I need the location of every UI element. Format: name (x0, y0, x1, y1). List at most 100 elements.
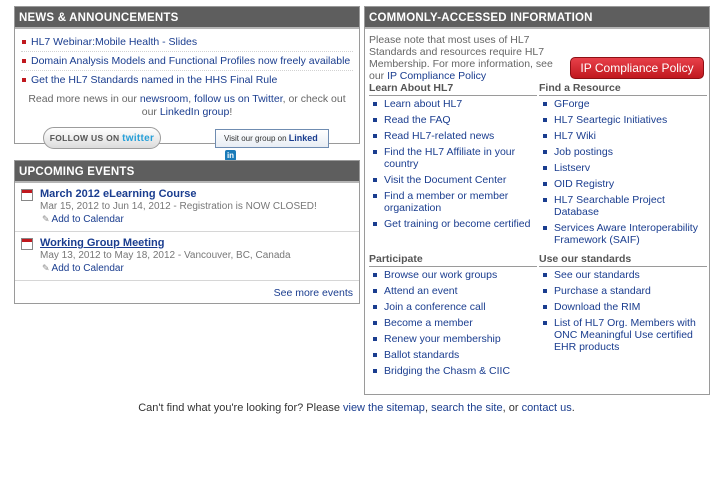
list-item[interactable]: Join a conference call (369, 301, 537, 313)
resource-link[interactable]: HL7 Searchable Project Database (554, 194, 665, 218)
participate-link[interactable]: Renew your membership (384, 333, 501, 345)
participate-link[interactable]: Bridging the Chasm & CIIC (384, 365, 510, 377)
event-title-link[interactable]: March 2012 eLearning Course (40, 188, 197, 200)
list-item[interactable]: Attend an event (369, 285, 537, 297)
learn-link[interactable]: Learn about HL7 (384, 98, 462, 110)
list-item[interactable]: HL7 Wiki (539, 130, 707, 142)
linkedin-group-button[interactable]: Visit our group on Linkedin (215, 129, 329, 161)
list-item[interactable]: Ballot standards (369, 349, 537, 361)
ip-compliance-button[interactable]: IP Compliance Policy (570, 57, 704, 79)
learn-link[interactable]: Read the FAQ (384, 114, 451, 126)
learn-link[interactable]: Find a member or member organization (384, 190, 508, 214)
standards-heading: Use our standards (539, 253, 707, 267)
standards-column: Use our standards See our standards Purc… (539, 253, 707, 357)
learn-column: Learn About HL7 Learn about HL7 Read the… (369, 82, 537, 234)
see-more-events-link[interactable]: See more events (274, 287, 353, 299)
list-item[interactable]: Find a member or member organization (369, 190, 537, 214)
participate-link[interactable]: Become a member (384, 317, 473, 329)
list-item[interactable]: Read the FAQ (369, 114, 537, 126)
standards-link[interactable]: Purchase a standard (554, 285, 651, 297)
participate-column: Participate Browse our work groups Atten… (369, 253, 537, 381)
resource-link[interactable]: OID Registry (554, 178, 614, 190)
list-item[interactable]: List of HL7 Org. Members with ONC Meanin… (539, 317, 707, 353)
linkedin-logo-icon: Linked (288, 133, 318, 143)
resource-link[interactable]: HL7 Wiki (554, 130, 596, 142)
participate-link[interactable]: Join a conference call (384, 301, 486, 313)
news-list: HL7 Webinar:Mobile Health - Slides Domai… (15, 29, 359, 89)
list-item[interactable]: Become a member (369, 317, 537, 329)
contact-us-link[interactable]: contact us (522, 402, 572, 414)
resource-link[interactable]: Job postings (554, 146, 613, 158)
list-item[interactable]: Find the HL7 Affiliate in your country (369, 146, 537, 170)
news-item[interactable]: Domain Analysis Models and Functional Pr… (21, 52, 353, 71)
list-item[interactable]: OID Registry (539, 178, 707, 190)
learn-link[interactable]: Visit the Document Center (384, 174, 506, 186)
add-to-calendar-link[interactable]: Add to Calendar (52, 214, 124, 225)
list-item[interactable]: Purchase a standard (539, 285, 707, 297)
list-item[interactable]: GForge (539, 98, 707, 110)
calendar-icon (21, 238, 33, 250)
add-to-calendar[interactable]: ✎ Add to Calendar (40, 262, 353, 275)
resource-column: Find a Resource GForge HL7 Seartegic Ini… (539, 82, 707, 250)
resource-link[interactable]: Services Aware Interoperability Framewor… (554, 222, 698, 246)
social-buttons: FOLLOW US ON twitter Visit our group on … (15, 119, 359, 161)
add-to-calendar-link[interactable]: Add to Calendar (52, 263, 124, 274)
see-more-events: See more events (15, 281, 359, 299)
event-title-link[interactable]: Working Group Meeting (40, 237, 164, 249)
list-item[interactable]: Browse our work groups (369, 269, 537, 281)
standards-link[interactable]: List of HL7 Org. Members with ONC Meanin… (554, 317, 696, 353)
resource-link[interactable]: Listserv (554, 162, 590, 174)
list-item[interactable]: Get training or become certified (369, 218, 537, 230)
news-panel: NEWS & ANNOUNCEMENTS HL7 Webinar:Mobile … (14, 6, 360, 161)
news-more-text: Read more news in our newsroom, follow u… (28, 93, 346, 118)
help-footer: Can't find what you're looking for? Plea… (138, 402, 575, 414)
learn-link[interactable]: Read HL7-related news (384, 130, 494, 142)
news-link[interactable]: Domain Analysis Models and Functional Pr… (31, 55, 350, 67)
twitter-link[interactable]: follow us on Twitter (194, 93, 283, 105)
search-site-link[interactable]: search the site (431, 402, 503, 414)
participate-heading: Participate (369, 253, 537, 267)
ip-policy-link[interactable]: IP Compliance Policy (387, 70, 486, 82)
participate-link[interactable]: Browse our work groups (384, 269, 497, 281)
list-item[interactable]: Renew your membership (369, 333, 537, 345)
event-item: March 2012 eLearning Course Mar 15, 2012… (15, 183, 359, 232)
events-heading: UPCOMING EVENTS (15, 161, 359, 183)
participate-link[interactable]: Ballot standards (384, 349, 459, 361)
standards-link[interactable]: See our standards (554, 269, 640, 281)
event-item: Working Group Meeting May 13, 2012 to Ma… (15, 232, 359, 281)
calendar-icon (21, 189, 33, 201)
news-item[interactable]: HL7 Webinar:Mobile Health - Slides (21, 33, 353, 52)
list-item[interactable]: HL7 Seartegic Initiatives (539, 114, 707, 126)
list-item[interactable]: Visit the Document Center (369, 174, 537, 186)
paperclip-icon: ✎ (42, 263, 50, 273)
event-detail: May 13, 2012 to May 18, 2012 - Vancouver… (40, 250, 291, 261)
list-item[interactable]: Listserv (539, 162, 707, 174)
news-link[interactable]: HL7 Webinar:Mobile Health - Slides (31, 36, 197, 48)
resource-link[interactable]: GForge (554, 98, 590, 110)
learn-link[interactable]: Get training or become certified (384, 218, 531, 230)
sitemap-link[interactable]: view the sitemap (343, 402, 425, 414)
news-heading: NEWS & ANNOUNCEMENTS (15, 7, 359, 29)
learn-heading: Learn About HL7 (369, 82, 537, 96)
list-item[interactable]: Download the RIM (539, 301, 707, 313)
newsroom-link[interactable]: newsroom (140, 93, 188, 105)
list-item[interactable]: Read HL7-related news (369, 130, 537, 142)
list-item[interactable]: Services Aware Interoperability Framewor… (539, 222, 707, 246)
news-link[interactable]: Get the HL7 Standards named in the HHS F… (31, 74, 277, 86)
add-to-calendar[interactable]: ✎ Add to Calendar (40, 213, 353, 226)
twitter-logo-icon: twitter (122, 133, 155, 144)
list-item[interactable]: Job postings (539, 146, 707, 158)
linkedin-link[interactable]: LinkedIn group (160, 106, 229, 118)
common-info-panel: COMMONLY-ACCESSED INFORMATION Please not… (364, 6, 710, 395)
standards-link[interactable]: Download the RIM (554, 301, 640, 313)
list-item[interactable]: Learn about HL7 (369, 98, 537, 110)
list-item[interactable]: See our standards (539, 269, 707, 281)
participate-link[interactable]: Attend an event (384, 285, 458, 297)
list-item[interactable]: HL7 Searchable Project Database (539, 194, 707, 218)
follow-twitter-button[interactable]: FOLLOW US ON twitter (43, 127, 161, 149)
resource-link[interactable]: HL7 Seartegic Initiatives (554, 114, 667, 126)
list-item[interactable]: Bridging the Chasm & CIIC (369, 365, 537, 377)
learn-link[interactable]: Find the HL7 Affiliate in your country (384, 146, 515, 170)
events-panel: UPCOMING EVENTS March 2012 eLearning Cou… (14, 160, 360, 304)
news-item[interactable]: Get the HL7 Standards named in the HHS F… (21, 71, 353, 89)
